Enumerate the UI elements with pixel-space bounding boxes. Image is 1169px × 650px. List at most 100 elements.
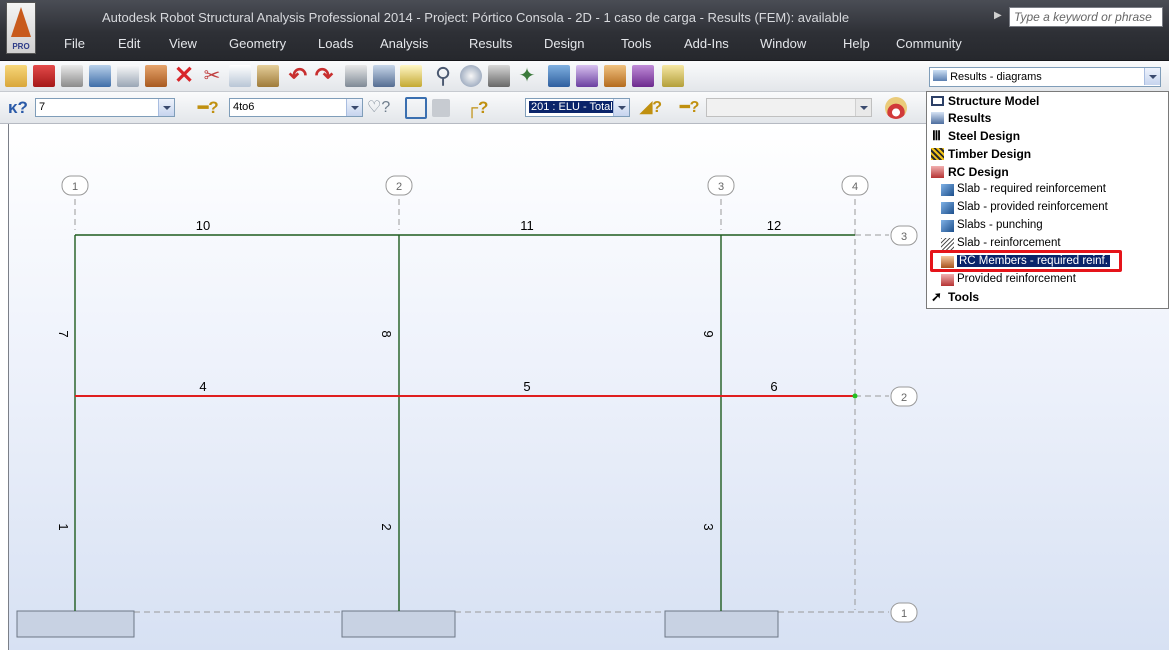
member-label-12: 12: [767, 218, 781, 233]
member-label-5: 5: [523, 379, 530, 394]
logo-text: PRO: [12, 42, 30, 51]
layout-item-provided-reinforcement[interactable]: Provided reinforcement: [927, 272, 1167, 289]
zoom-window-icon[interactable]: [460, 65, 482, 87]
axis-label-3: 3: [718, 181, 724, 193]
screen-capture-icon[interactable]: [145, 65, 167, 87]
case-component-icon[interactable]: ◢?: [640, 97, 662, 119]
print-icon[interactable]: [61, 65, 83, 87]
search-input[interactable]: Type a keyword or phrase: [1009, 7, 1163, 27]
redo-icon[interactable]: ↷: [313, 65, 335, 87]
menu-add-ins[interactable]: Add-Ins: [684, 36, 729, 51]
bar-selection-input[interactable]: 7: [35, 98, 175, 117]
calculations-icon[interactable]: [373, 65, 395, 87]
copy-icon[interactable]: [229, 65, 251, 87]
case-selection-icon[interactable]: ┌?: [466, 97, 488, 119]
slab-icon: [941, 184, 954, 196]
member-label-7: 7: [56, 330, 71, 337]
chevron-down-icon[interactable]: [855, 99, 871, 116]
menu-geometry[interactable]: Geometry: [229, 36, 286, 51]
menu-results[interactable]: Results: [469, 36, 512, 51]
axis-label-2: 2: [396, 181, 402, 193]
tools-wrench-icon[interactable]: [632, 65, 654, 87]
preview-icon[interactable]: [117, 65, 139, 87]
load-display-icon[interactable]: [885, 97, 907, 119]
layout-item-results[interactable]: Results: [927, 110, 1167, 127]
menu-file[interactable]: File: [64, 36, 85, 51]
slab-icon: [941, 220, 954, 232]
bar-selection-icon[interactable]: κ?: [8, 97, 30, 119]
level-label-2: 2: [901, 392, 907, 404]
support-1[interactable]: [16, 610, 135, 638]
support-3[interactable]: [664, 610, 779, 638]
zoom-icon[interactable]: ⚲: [432, 65, 454, 87]
mode-selection-icon[interactable]: ━?: [680, 97, 702, 119]
undo-icon[interactable]: ↶: [287, 65, 309, 87]
supports: [16, 610, 779, 638]
menu-edit[interactable]: Edit: [118, 36, 140, 51]
layout-item-steel-design[interactable]: Ⅲ Steel Design: [927, 128, 1167, 145]
chevron-down-icon[interactable]: [613, 99, 629, 116]
delete-icon[interactable]: ✕: [173, 64, 195, 88]
paste-icon[interactable]: [257, 65, 279, 87]
print-composer-icon[interactable]: [89, 65, 111, 87]
member-label-3: 3: [701, 523, 716, 530]
drawing-icon[interactable]: [662, 65, 684, 87]
section-selection-icon[interactable]: ━?: [198, 97, 220, 119]
display-icon[interactable]: [548, 65, 570, 87]
member-label-4: 4: [199, 379, 206, 394]
menu-view[interactable]: View: [169, 36, 197, 51]
layout-item-slab-provided[interactable]: Slab - provided reinforcement: [927, 200, 1167, 217]
rc-design-icon: [931, 166, 944, 178]
materials-icon[interactable]: [604, 65, 626, 87]
color-swatch-icon[interactable]: [432, 99, 450, 117]
chevron-down-icon[interactable]: [158, 99, 174, 116]
chevron-down-icon[interactable]: [346, 99, 362, 116]
provided-reinforcement-icon: [941, 274, 954, 286]
search-expand-icon[interactable]: ▶: [994, 10, 1002, 21]
section-input[interactable]: 4to6: [229, 98, 363, 117]
save-icon[interactable]: [33, 65, 55, 87]
chevron-down-icon[interactable]: [1144, 68, 1160, 85]
level-label-3: 3: [901, 231, 907, 243]
app-logo[interactable]: PRO: [6, 2, 36, 54]
menu-analysis[interactable]: Analysis: [380, 36, 428, 51]
mode-select[interactable]: [706, 98, 872, 117]
load-case-select[interactable]: 201 : ELU - Total: [525, 98, 630, 117]
layout-item-timber-design[interactable]: Timber Design: [927, 146, 1167, 163]
member-label-9: 9: [701, 330, 716, 337]
layout-selector-value: Results - diagrams: [950, 71, 1042, 83]
open-icon[interactable]: [5, 65, 27, 87]
menu-window[interactable]: Window: [760, 36, 806, 51]
layout-item-slabs-punching[interactable]: Slabs - punching: [927, 218, 1167, 235]
menu-design[interactable]: Design: [544, 36, 584, 51]
properties-icon[interactable]: [488, 65, 510, 87]
calculator-icon[interactable]: [345, 65, 367, 87]
support-2[interactable]: [341, 610, 456, 638]
layout-item-rc-design[interactable]: RC Design: [927, 164, 1167, 181]
layout-item-slab-required[interactable]: Slab - required reinforcement: [927, 182, 1167, 199]
robot-logo-icon: [11, 7, 31, 37]
layout-dropdown-list: Structure Model Results Ⅲ Steel Design T…: [926, 91, 1169, 309]
layout-item-tools[interactable]: ➚ Tools: [927, 289, 1167, 306]
window-title: Autodesk Robot Structural Analysis Profe…: [102, 10, 850, 25]
structure-axis-icon[interactable]: ✦: [516, 65, 538, 87]
title-bar: PRO Autodesk Robot Structural Analysis P…: [0, 0, 1169, 61]
selection-filter-icon[interactable]: ♡?: [367, 97, 390, 119]
members: [74, 234, 855, 611]
menu-community[interactable]: Community: [896, 36, 962, 51]
node-marker[interactable]: [852, 393, 858, 399]
menu-tools[interactable]: Tools: [621, 36, 651, 51]
cut-icon[interactable]: ✂: [201, 65, 223, 87]
view-box-icon[interactable]: [405, 97, 427, 119]
layout-item-structure-model[interactable]: Structure Model: [927, 93, 1167, 110]
layout-selector[interactable]: Results - diagrams: [929, 67, 1161, 87]
section-value: 4to6: [233, 101, 255, 113]
member-label-6: 6: [770, 379, 777, 394]
slab-icon: [941, 202, 954, 214]
lock-icon[interactable]: [400, 65, 422, 87]
results-diagrams-icon: [933, 70, 947, 81]
sections-icon[interactable]: [576, 65, 598, 87]
robot-application-window: PRO Autodesk Robot Structural Analysis P…: [0, 0, 1169, 650]
menu-loads[interactable]: Loads: [318, 36, 353, 51]
menu-help[interactable]: Help: [843, 36, 870, 51]
